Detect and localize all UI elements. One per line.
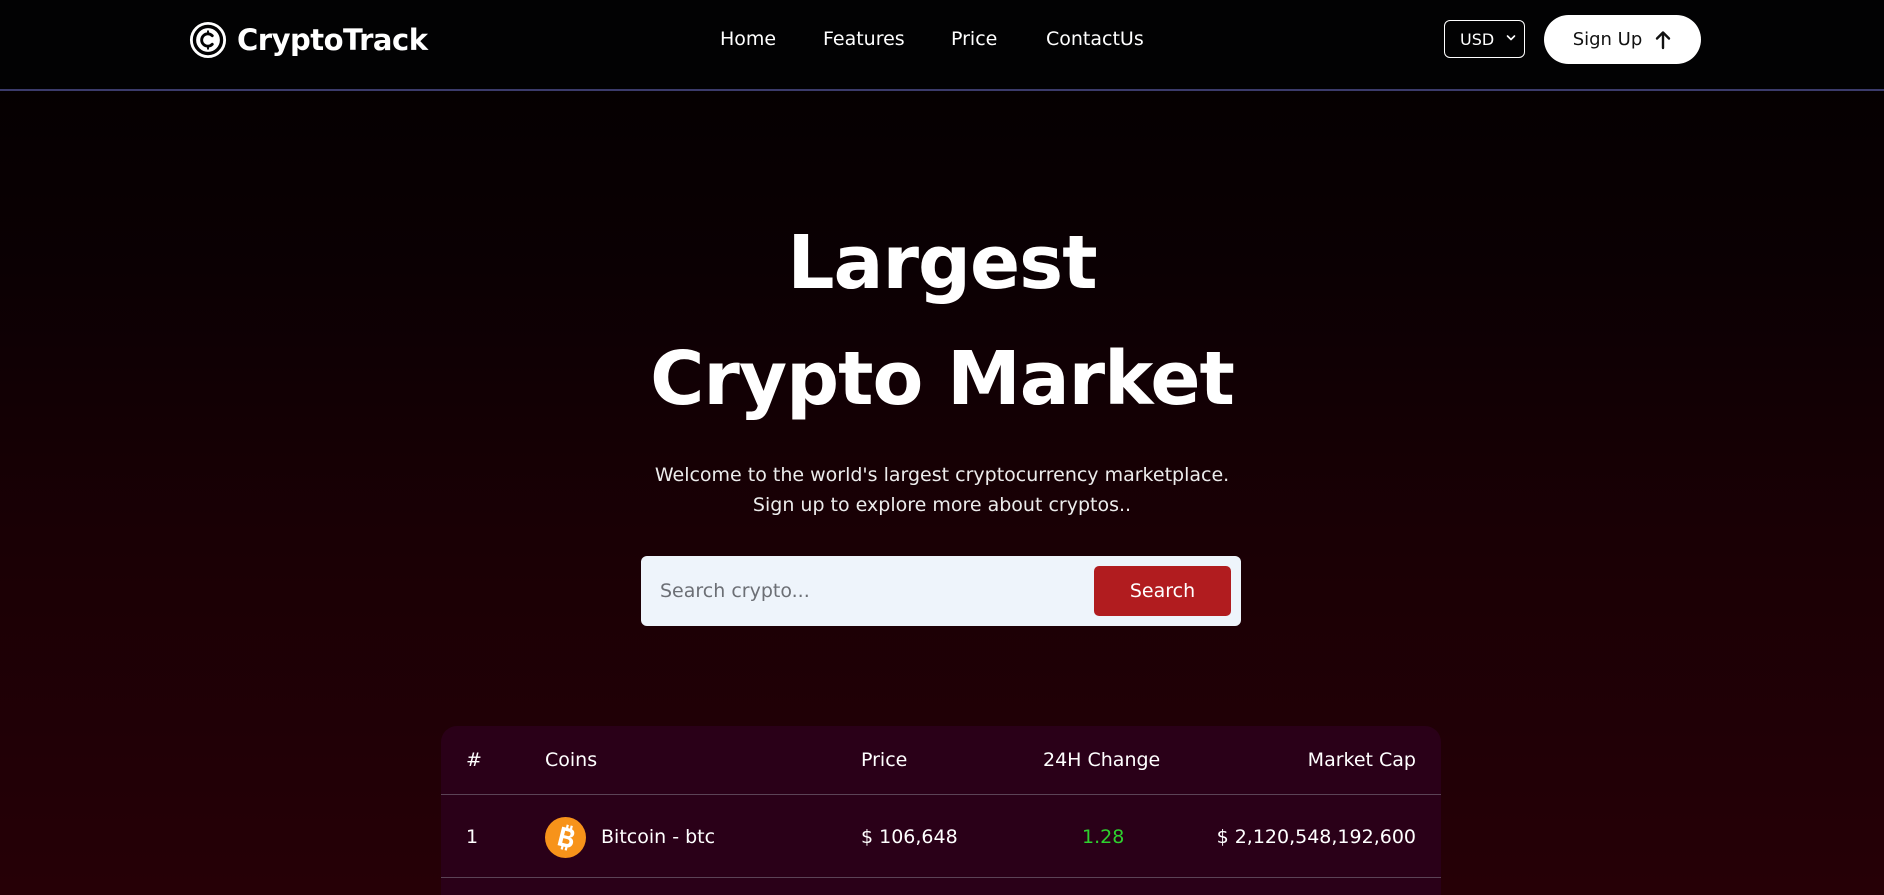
hero-subtitle-line-1: Welcome to the world's largest cryptocur… [654,464,1230,486]
header-coins: Coins [545,749,598,771]
navbar: CryptoTrack Home Features Price ContactU… [0,0,1884,91]
table-header-row: # Coins Price 24H Change Market Cap [441,726,1441,795]
search-button[interactable]: Search [1094,566,1231,616]
currency-selected-value: USD [1460,29,1495,49]
crypto-table: # Coins Price 24H Change Market Cap 1 Bi… [441,726,1441,895]
nav-item-features[interactable]: Features [823,28,905,50]
row-price: $ 106,648 [861,826,958,848]
hero-subtitle: Welcome to the world's largest cryptocur… [0,460,1884,520]
header-24h-change: 24H Change [1043,749,1161,771]
search-input[interactable] [641,556,1081,626]
row-market-cap: $ 2,120,548,192,600 [1216,826,1416,848]
nav-item-contactus[interactable]: ContactUs [1046,28,1144,50]
header-price: Price [861,749,908,771]
nav-item-price[interactable]: Price [951,28,997,50]
sign-up-label: Sign Up [1572,29,1643,50]
row-24h-change: 1.28 [1082,826,1125,848]
bitcoin-icon [545,817,586,858]
row-coin-name: Bitcoin - btc [601,826,716,848]
arrow-up-icon [1656,30,1671,49]
currency-select[interactable]: USD [1444,20,1525,58]
row-rank: 1 [466,826,479,848]
table-row[interactable]: 1 Bitcoin - btc $ 106,648 1.28 $ 2,120,5… [441,796,1441,878]
header-rank: # [466,749,482,771]
nav-item-home[interactable]: Home [720,28,776,50]
hero-title: Largest Crypto Market [0,205,1884,437]
hero-subtitle-line-2: Sign up to explore more about cryptos.. [752,494,1132,516]
header-market-cap: Market Cap [1307,749,1416,771]
hero-title-line-1: Largest [787,220,1097,306]
hero-title-line-2: Crypto Market [650,336,1235,422]
sign-up-button[interactable]: Sign Up [1544,15,1701,64]
search-form: Search [641,556,1241,626]
chevron-down-icon [1506,35,1516,41]
